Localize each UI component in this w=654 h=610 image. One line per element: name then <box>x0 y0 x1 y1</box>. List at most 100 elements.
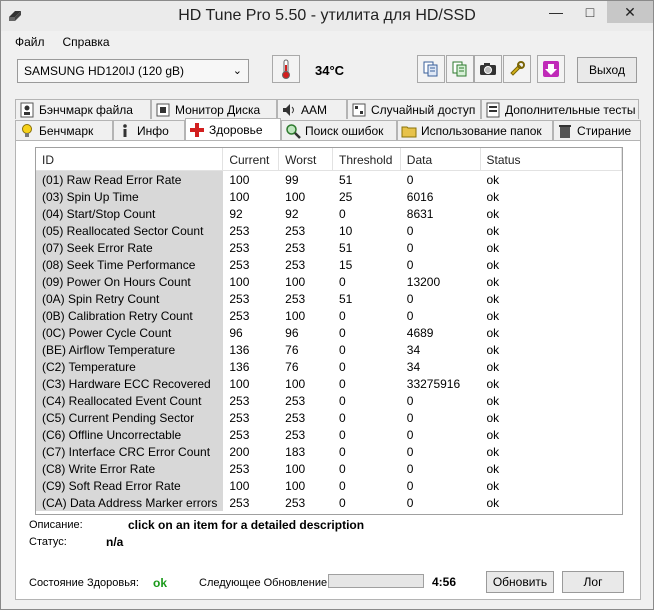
table-cell: ok <box>486 428 500 442</box>
table-row[interactable]: (0B) Calibration Retry Count 253 100 0 0 ok <box>36 307 622 324</box>
table-row[interactable]: (03) Spin Up Time 100 100 25 6016 ok <box>36 188 622 205</box>
table-cell: 100 <box>285 479 306 493</box>
tab-file-benchmark[interactable]: Бэнчмарк файла <box>15 99 151 119</box>
tab-info[interactable]: Инфо <box>113 120 185 140</box>
table-row[interactable]: (08) Seek Time Performance 253 253 15 0 ok <box>36 256 622 273</box>
table-cell: 253 <box>285 241 306 255</box>
table-cell: 136 <box>229 360 250 374</box>
extra-tests-icon <box>486 102 500 117</box>
table-cell: (C9) Soft Read Error Rate <box>36 477 224 494</box>
table-cell: ok <box>486 326 500 340</box>
options-button[interactable] <box>503 55 531 83</box>
close-button[interactable]: ✕ <box>607 1 653 23</box>
save-download-button[interactable] <box>537 55 565 83</box>
menu-file[interactable]: Файл <box>15 35 45 49</box>
column-header-worst[interactable]: Worst <box>279 148 333 171</box>
lightbulb-icon <box>22 123 32 137</box>
tab-folder-usage[interactable]: Использование папок <box>397 120 553 140</box>
table-row[interactable]: (01) Raw Read Error Rate 100 99 51 0 ok <box>36 171 622 188</box>
table-row[interactable]: (C8) Write Error Rate 253 100 0 0 ok <box>36 460 622 477</box>
table-cell: (07) Seek Error Rate <box>36 239 224 256</box>
table-cell: (C8) Write Error Rate <box>36 460 224 477</box>
column-header-current[interactable]: Current <box>223 148 280 171</box>
minimize-button[interactable]: — <box>539 1 573 23</box>
column-header-id[interactable]: ID <box>36 148 224 171</box>
table-cell: 100 <box>229 275 250 289</box>
description-label: Описание: <box>29 519 83 531</box>
table-cell: 0 <box>406 292 414 306</box>
tab-aam[interactable]: AAM <box>277 99 347 119</box>
health-cross-icon <box>190 122 204 137</box>
tab-benchmark[interactable]: Бенчмарк <box>15 120 113 140</box>
drive-select[interactable]: SAMSUNG HD120IJ (120 gB) ⌄ <box>17 59 249 83</box>
tab-label: Случайный доступ <box>371 102 476 117</box>
tab-error-scan[interactable]: Поиск ошибок <box>281 120 397 140</box>
table-cell: 0 <box>406 394 414 408</box>
table-row[interactable]: (C5) Current Pending Sector 253 253 0 0 ok <box>36 409 622 426</box>
table-row[interactable]: (C7) Interface CRC Error Count 200 183 0 0 ok <box>36 443 622 460</box>
table-cell: 0 <box>338 309 346 323</box>
table-row[interactable]: (C9) Soft Read Error Rate 100 100 0 0 ok <box>36 477 622 494</box>
table-cell: 51 <box>338 241 353 255</box>
screenshot-button[interactable] <box>474 55 502 83</box>
table-row[interactable]: (09) Power On Hours Count 100 100 0 13200 ok <box>36 273 622 290</box>
table-row[interactable]: (04) Start/Stop Count 92 92 0 8631 ok <box>36 205 622 222</box>
table-cell: (BE) Airflow Temperature <box>36 341 224 358</box>
tabs-row-bottom: Бенчмарк Инфо Здоровье Поиск ошибок Испо… <box>15 118 641 140</box>
copy-all-button[interactable] <box>446 55 474 83</box>
maximize-button[interactable]: □ <box>573 1 607 23</box>
table-cell: 10 <box>338 224 353 238</box>
table-cell: 0 <box>338 411 346 425</box>
column-header-threshold[interactable]: Threshold <box>333 148 401 171</box>
tools-icon <box>510 61 525 76</box>
table-row[interactable]: (05) Reallocated Sector Count 253 253 10 0 ok <box>36 222 622 239</box>
column-header-data[interactable]: Data <box>401 148 481 171</box>
table-row[interactable]: (0A) Spin Retry Count 253 253 51 0 ok <box>36 290 622 307</box>
random-access-icon <box>352 103 366 116</box>
tab-extra-tests[interactable]: Дополнительные тесты <box>481 99 639 119</box>
table-row[interactable]: (C3) Hardware ECC Recovered 100 100 0 332759… <box>36 375 622 392</box>
table-cell: 6016 <box>406 190 434 204</box>
temperature-button[interactable] <box>272 55 300 83</box>
copy-info-button[interactable] <box>417 55 445 83</box>
folder-icon <box>401 126 417 137</box>
table-row[interactable]: (C2) Temperature 136 76 0 34 ok <box>36 358 622 375</box>
table-cell: 253 <box>285 292 306 306</box>
maximize-icon: □ <box>585 4 595 20</box>
smart-table[interactable]: ID Current Worst Threshold Data Status (… <box>35 147 623 515</box>
tab-erase[interactable]: Стирание <box>553 120 641 140</box>
tab-disk-monitor[interactable]: Монитор Диска <box>151 99 277 119</box>
table-cell: ok <box>486 207 500 221</box>
copy-document-icon <box>423 61 438 77</box>
table-row[interactable]: (C6) Offline Uncorrectable 253 253 0 0 ok <box>36 426 622 443</box>
update-progress-bar <box>328 574 424 588</box>
exit-button[interactable]: Выход <box>577 57 637 83</box>
table-cell: 0 <box>338 445 346 459</box>
table-cell: 76 <box>285 360 299 374</box>
table-cell: 0 <box>406 224 414 238</box>
table-cell: 100 <box>285 462 306 476</box>
table-cell: (01) Raw Read Error Rate <box>36 171 224 188</box>
table-row[interactable]: (07) Seek Error Rate 253 253 51 0 ok <box>36 239 622 256</box>
table-cell: ok <box>486 360 500 374</box>
table-row[interactable]: (CA) Data Address Marker errors 253 253 0 0 o… <box>36 494 622 511</box>
menu-help[interactable]: Справка <box>63 35 110 49</box>
down-arrow-icon <box>543 61 559 77</box>
tab-random-access[interactable]: Случайный доступ <box>347 99 481 119</box>
log-button[interactable]: Лог <box>562 571 624 593</box>
table-row[interactable]: (0C) Power Cycle Count 96 96 0 4689 ok <box>36 324 622 341</box>
column-header-status[interactable]: Status <box>481 148 622 171</box>
health-panel: ID Current Worst Threshold Data Status (… <box>15 140 641 600</box>
table-cell: 0 <box>406 411 414 425</box>
table-cell: ok <box>486 190 500 204</box>
table-cell: 0 <box>338 496 346 510</box>
table-row[interactable]: (BE) Airflow Temperature 136 76 0 34 ok <box>36 341 622 358</box>
tab-label: Использование папок <box>421 123 542 138</box>
tab-health[interactable]: Здоровье <box>185 118 281 140</box>
table-cell: 253 <box>229 394 250 408</box>
refresh-button[interactable]: Обновить <box>486 571 554 593</box>
main-window: HD Tune Pro 5.50 - утилита для HD/SSD — … <box>0 0 654 610</box>
table-row[interactable]: (C4) Reallocated Event Count 253 253 0 0 ok <box>36 392 622 409</box>
table-cell: 25 <box>338 190 353 204</box>
table-cell: 0 <box>406 445 414 459</box>
